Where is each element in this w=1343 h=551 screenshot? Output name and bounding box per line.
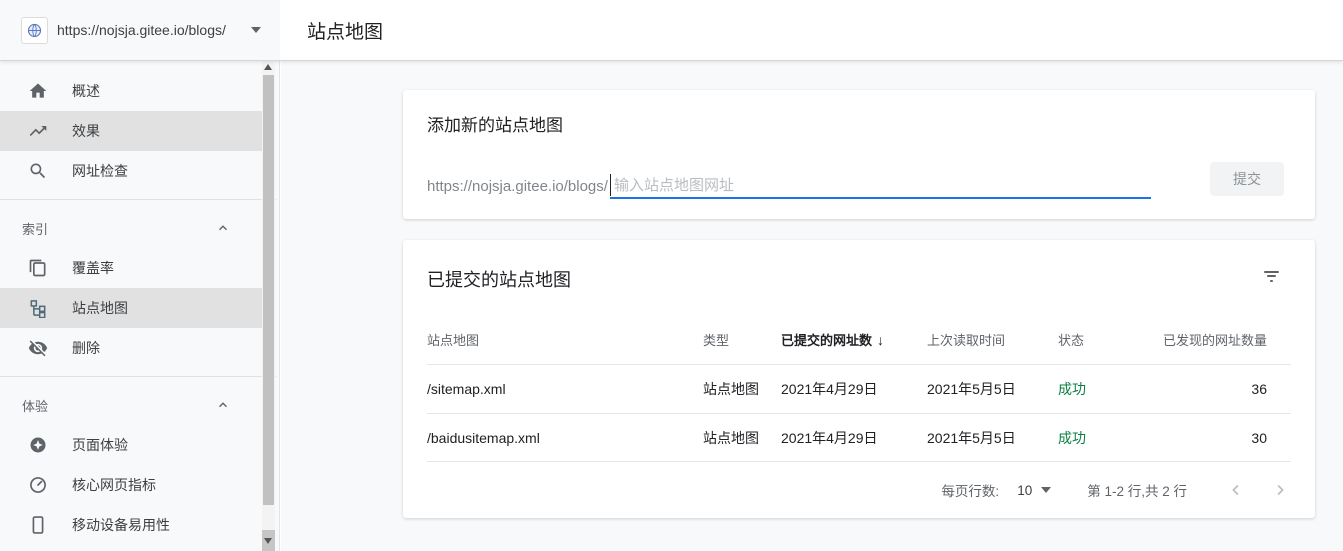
sidebar-item-label: 核心网页指标 bbox=[72, 477, 156, 493]
column-header-sitemap[interactable]: 站点地图 bbox=[427, 330, 703, 349]
sidebar-scrollbar[interactable] bbox=[262, 61, 275, 551]
section-label: 体验 bbox=[22, 398, 49, 414]
divider bbox=[0, 199, 276, 200]
chevron-down-icon bbox=[1041, 487, 1052, 493]
sitemap-input-wrap bbox=[609, 173, 1151, 199]
add-card-title: 添加新的站点地图 bbox=[427, 116, 563, 135]
page-experience-icon bbox=[28, 435, 48, 455]
submit-button[interactable]: 提交 bbox=[1210, 162, 1284, 196]
submitted-card-title: 已提交的站点地图 bbox=[427, 270, 571, 290]
cell-discovered: 30 bbox=[1251, 429, 1267, 446]
home-icon bbox=[28, 81, 48, 101]
cell-last-read: 2021年5月5日 bbox=[927, 381, 1016, 397]
rows-per-page-label: 每页行数: bbox=[941, 484, 1000, 499]
cell-last-read: 2021年5月5日 bbox=[927, 429, 1016, 446]
url-prefix: https://nojsja.gitee.io/blogs/ bbox=[427, 178, 608, 195]
pages-icon bbox=[28, 258, 48, 278]
sort-desc-icon: ↓ bbox=[877, 331, 885, 348]
chevron-down-icon bbox=[251, 27, 261, 33]
filter-icon[interactable] bbox=[1261, 266, 1281, 286]
sidebar-item-label: 效果 bbox=[72, 123, 100, 139]
section-label: 索引 bbox=[22, 221, 49, 237]
cell-sitemap-path: /baidusitemap.xml bbox=[427, 429, 540, 446]
sidebar-item-label: 网址检查 bbox=[72, 163, 128, 179]
sidebar-item-label: 站点地图 bbox=[72, 300, 128, 316]
search-icon bbox=[28, 161, 48, 181]
text-cursor bbox=[609, 174, 612, 196]
sidebar-section-experience[interactable]: 体验 bbox=[0, 385, 263, 425]
sidebar-section-index[interactable]: 索引 bbox=[0, 208, 263, 248]
column-header-last-read[interactable]: 上次读取时间 bbox=[927, 330, 1058, 349]
cell-discovered: 36 bbox=[1251, 381, 1267, 397]
previous-page-button[interactable] bbox=[1227, 481, 1245, 499]
rows-per-page-value: 10 bbox=[1017, 482, 1033, 498]
column-header-discovered[interactable]: 已发现的网址数量 bbox=[1158, 330, 1291, 349]
page-title-area: 站点地图 bbox=[280, 0, 1343, 60]
eye-off-icon bbox=[28, 338, 48, 358]
sidebar-item-overview[interactable]: 概述 bbox=[0, 71, 263, 111]
add-sitemap-card: 添加新的站点地图 https://nojsja.gitee.io/blogs/ … bbox=[403, 90, 1315, 219]
sidebar-item-url-inspection[interactable]: 网址检查 bbox=[0, 151, 263, 191]
sidebar-item-label: 删除 bbox=[72, 340, 100, 356]
sitemaps-table: 站点地图 类型 已提交的网址数 ↓ 上次读取时间 状态 已发现的网址数量 /si… bbox=[427, 315, 1291, 462]
smartphone-icon bbox=[28, 515, 48, 535]
scroll-up-arrow-icon[interactable] bbox=[264, 64, 272, 70]
globe-icon bbox=[21, 16, 48, 44]
sidebar-item-core-web-vitals[interactable]: 核心网页指标 bbox=[0, 465, 263, 505]
top-header: https://nojsja.gitee.io/blogs/ 站点地图 bbox=[0, 0, 1343, 61]
column-header-status[interactable]: 状态 bbox=[1058, 330, 1158, 349]
sidebar-item-mobile-usability[interactable]: 移动设备易用性 bbox=[0, 505, 263, 545]
gauge-icon bbox=[28, 475, 48, 495]
trending-up-icon bbox=[28, 121, 48, 141]
sitemap-icon bbox=[28, 298, 48, 318]
column-header-submitted[interactable]: 已提交的网址数 ↓ bbox=[781, 330, 927, 349]
table-footer: 每页行数: 10 第 1-2 行,共 2 行 bbox=[403, 462, 1315, 518]
pagination-range: 第 1-2 行,共 2 行 bbox=[1087, 484, 1187, 499]
cell-submitted: 2021年4月29日 bbox=[781, 429, 878, 446]
divider bbox=[0, 376, 276, 377]
next-page-button[interactable] bbox=[1271, 481, 1289, 499]
column-header-type[interactable]: 类型 bbox=[703, 330, 781, 349]
sidebar-item-label: 移动设备易用性 bbox=[72, 517, 170, 533]
cell-type: 站点地图 bbox=[703, 381, 759, 397]
sidebar-item-label: 覆盖率 bbox=[72, 260, 114, 276]
status-badge: 成功 bbox=[1058, 429, 1086, 446]
sidebar-item-page-experience[interactable]: 页面体验 bbox=[0, 425, 263, 465]
sidebar-item-sitemaps[interactable]: 站点地图 bbox=[0, 288, 263, 328]
scrollbar-thumb[interactable] bbox=[263, 75, 274, 505]
main-content: 添加新的站点地图 https://nojsja.gitee.io/blogs/ … bbox=[281, 61, 1343, 551]
sidebar-item-performance[interactable]: 效果 bbox=[0, 111, 263, 151]
table-row[interactable]: /baidusitemap.xml 站点地图 2021年4月29日 2021年5… bbox=[427, 414, 1291, 462]
page-title: 站点地图 bbox=[307, 21, 384, 43]
sitemap-url-input[interactable] bbox=[609, 173, 1151, 197]
property-url: https://nojsja.gitee.io/blogs/ bbox=[57, 22, 226, 38]
cell-sitemap-path: /sitemap.xml bbox=[427, 381, 506, 397]
status-badge: 成功 bbox=[1058, 381, 1086, 397]
chevron-up-icon bbox=[216, 398, 230, 412]
submitted-sitemaps-card: 已提交的站点地图 站点地图 类型 已提交的网址数 ↓ 上次读取时间 状态 已发现… bbox=[403, 240, 1315, 518]
rows-per-page-select[interactable]: 10 bbox=[1017, 482, 1052, 498]
column-header-label: 已提交的网址数 bbox=[781, 333, 873, 348]
property-selector[interactable]: https://nojsja.gitee.io/blogs/ bbox=[0, 0, 280, 60]
scroll-down-arrow-icon[interactable] bbox=[262, 530, 275, 551]
sidebar-item-coverage[interactable]: 覆盖率 bbox=[0, 248, 263, 288]
table-row[interactable]: /sitemap.xml 站点地图 2021年4月29日 2021年5月5日 成… bbox=[427, 365, 1291, 414]
sidebar-item-label: 页面体验 bbox=[72, 437, 128, 453]
sitemap-input-row: https://nojsja.gitee.io/blogs/ bbox=[427, 173, 1151, 199]
cell-submitted: 2021年4月29日 bbox=[781, 381, 878, 397]
sidebar-item-removals[interactable]: 删除 bbox=[0, 328, 263, 368]
sidebar-item-label: 概述 bbox=[72, 83, 100, 99]
chevron-up-icon bbox=[216, 221, 230, 235]
table-header-row: 站点地图 类型 已提交的网址数 ↓ 上次读取时间 状态 已发现的网址数量 bbox=[427, 315, 1291, 365]
cell-type: 站点地图 bbox=[703, 429, 759, 446]
sidebar: 概述 效果 网址检查 索引 覆盖率 站点地图 删除 体验 页面体验 核心网页指标… bbox=[0, 61, 280, 551]
